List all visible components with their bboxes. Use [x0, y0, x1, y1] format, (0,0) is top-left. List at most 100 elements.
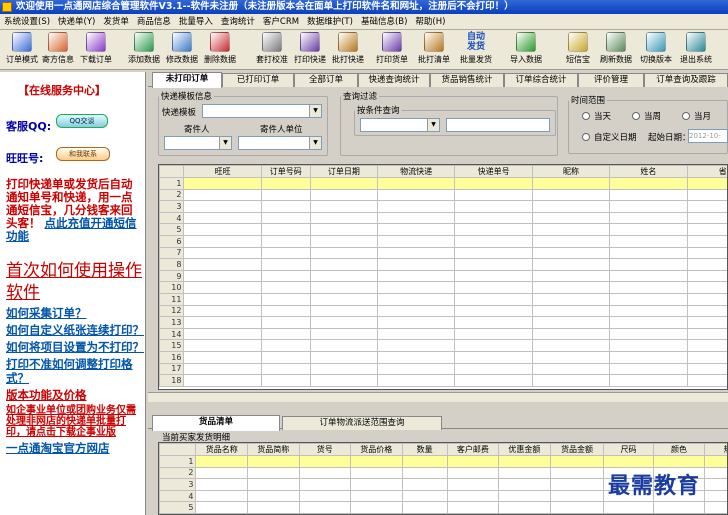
order-cell[interactable] [309, 374, 378, 387]
item-col-header[interactable]: 尺码 [603, 443, 654, 456]
order-cell[interactable] [531, 327, 611, 341]
order-cell[interactable] [609, 327, 688, 341]
item-cell[interactable] [704, 501, 727, 514]
order-cell[interactable] [260, 374, 311, 387]
order-row[interactable]: 16 [159, 350, 727, 364]
order-cell[interactable] [183, 188, 262, 202]
start-date-input[interactable]: 2012-10- [688, 129, 728, 143]
detail-tab-0[interactable]: 货品清单 [152, 415, 280, 431]
item-cell[interactable] [498, 455, 551, 468]
order-col-header[interactable]: 物流快递 [376, 165, 456, 178]
detail-tab-1[interactable]: 订单物流派送范围查询 [282, 416, 442, 430]
tab-0[interactable]: 未打印订单 [152, 72, 222, 88]
order-cell[interactable] [609, 234, 688, 248]
order-cell[interactable] [183, 281, 262, 294]
version-features-link[interactable]: 版本功能及价格 [6, 388, 144, 402]
order-cell[interactable] [686, 223, 727, 236]
order-row[interactable]: 13 [159, 316, 727, 329]
order-cell[interactable] [531, 350, 611, 364]
order-cell[interactable] [686, 350, 727, 364]
item-cell[interactable] [704, 466, 727, 480]
order-cell[interactable] [609, 281, 688, 294]
order-col-header[interactable]: 订单号码 [260, 165, 311, 178]
order-cell[interactable] [309, 350, 378, 364]
order-cell[interactable] [531, 211, 611, 225]
item-cell[interactable] [247, 466, 300, 480]
order-cell[interactable] [260, 292, 311, 306]
item-cell[interactable] [195, 466, 248, 480]
order-cell[interactable] [183, 316, 262, 329]
item-cell[interactable] [704, 455, 727, 468]
item-cell[interactable] [247, 455, 300, 468]
order-cell[interactable] [260, 339, 311, 352]
order-cell[interactable] [309, 211, 378, 225]
toolbar-button-16[interactable]: 退出系统 [676, 32, 716, 68]
toolbar-button-14[interactable]: 刷新数据 [596, 32, 636, 68]
order-cell[interactable] [260, 200, 311, 213]
order-cell[interactable] [309, 316, 378, 329]
order-cell[interactable] [260, 350, 311, 364]
order-row[interactable]: 14 [159, 327, 727, 341]
item-col-header[interactable]: 货品价格 [350, 443, 403, 456]
item-cell[interactable] [401, 501, 448, 514]
menu-item-7[interactable]: 数据维护(T) [303, 14, 357, 30]
order-cell[interactable] [686, 304, 727, 318]
help-link-adjust-print[interactable]: 打印不准如何调整打印格式？ [6, 357, 144, 385]
menu-item-1[interactable]: 快递单(Y) [54, 14, 99, 30]
item-cell[interactable] [195, 478, 248, 491]
tab-4[interactable]: 货品销售统计 [430, 73, 504, 87]
order-cell[interactable] [531, 281, 611, 294]
item-col-header[interactable]: 货号 [298, 443, 352, 456]
item-cell[interactable] [247, 478, 300, 491]
order-cell[interactable] [183, 234, 262, 248]
item-row[interactable]: 1 [159, 455, 727, 468]
item-row[interactable]: 5 [159, 501, 727, 514]
order-cell[interactable] [376, 269, 456, 283]
order-cell[interactable] [686, 269, 727, 283]
sender-select[interactable]: ▼ [164, 136, 232, 150]
tab-5[interactable]: 订单综合统计 [504, 73, 578, 87]
toolbar-button-8[interactable]: 批打快递 [328, 32, 368, 68]
toolbar-button-6[interactable]: 套打校准 [252, 32, 292, 68]
item-col-header[interactable]: 规格 [704, 443, 727, 456]
official-shop-link[interactable]: 一点通淘宝官方网店 [6, 441, 144, 455]
item-cell[interactable] [603, 501, 654, 514]
radio-week[interactable] [632, 112, 640, 120]
order-cell[interactable] [309, 200, 378, 213]
order-cell[interactable] [309, 281, 378, 294]
tab-6[interactable]: 评价管理 [578, 73, 644, 87]
order-cell[interactable] [454, 234, 533, 248]
order-cell[interactable] [454, 327, 533, 341]
order-cell[interactable] [183, 374, 262, 387]
order-cell[interactable] [260, 234, 311, 248]
toolbar-button-0[interactable]: 订单模式 [2, 32, 42, 68]
order-cell[interactable] [309, 327, 378, 341]
order-row[interactable]: 10 [159, 281, 727, 294]
order-cell[interactable] [609, 339, 688, 352]
order-cell[interactable] [454, 188, 533, 202]
order-cell[interactable] [376, 200, 456, 213]
order-col-header[interactable]: 省 [686, 165, 727, 178]
item-cell[interactable] [446, 501, 500, 514]
radio-today[interactable] [582, 112, 590, 120]
order-col-header[interactable]: 姓名 [609, 165, 688, 178]
order-cell[interactable] [686, 339, 727, 352]
order-cell[interactable] [309, 246, 378, 260]
item-cell[interactable] [298, 501, 352, 514]
order-cell[interactable] [531, 188, 611, 202]
item-cell[interactable] [350, 489, 403, 503]
item-cell[interactable] [401, 455, 448, 468]
item-col-header[interactable]: 客户邮费 [446, 443, 500, 456]
order-cell[interactable] [686, 316, 727, 329]
item-cell[interactable] [195, 455, 248, 468]
sender-unit-select[interactable]: ▼ [238, 136, 322, 150]
item-cell[interactable] [498, 478, 551, 491]
order-cell[interactable] [609, 350, 688, 364]
item-col-header[interactable]: 颜色 [652, 443, 706, 456]
item-cell[interactable] [350, 501, 403, 514]
order-cell[interactable] [686, 211, 727, 225]
order-row[interactable]: 8 [159, 258, 727, 271]
order-cell[interactable] [309, 269, 378, 283]
order-col-header[interactable]: 昵称 [531, 165, 611, 178]
order-cell[interactable] [686, 374, 727, 387]
